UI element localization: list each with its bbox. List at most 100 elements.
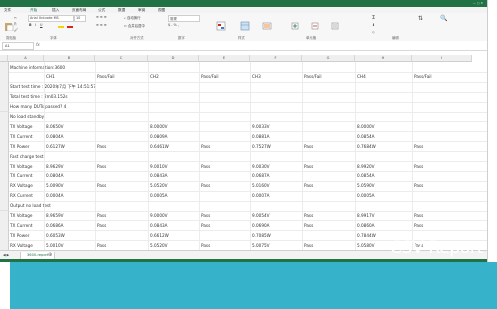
table-cell[interactable]: 0.0843A <box>150 223 198 228</box>
table-cell[interactable]: 5.0160V <box>252 183 301 188</box>
font-color-icon[interactable] <box>67 26 73 28</box>
format-as-table-icon[interactable] <box>240 16 250 31</box>
table-cell[interactable]: 9.0033V <box>252 124 301 129</box>
table-cell[interactable]: 0.0854A <box>357 134 411 139</box>
table-cell[interactable]: TX Current <box>10 223 43 228</box>
copy-icon[interactable]: ⎘ <box>14 22 17 26</box>
table-cell[interactable]: 0.0686A <box>46 223 94 228</box>
align-top-icon[interactable]: ≡ ≡ ≡ <box>96 15 107 19</box>
table-cell[interactable]: Pass <box>201 223 249 228</box>
table-cell[interactable]: 9.0000V <box>150 213 198 218</box>
conditional-format-icon[interactable] <box>216 16 226 31</box>
table-cell[interactable]: CH4 <box>357 74 411 79</box>
column-header[interactable]: B <box>44 55 95 62</box>
table-cell[interactable]: 8.0000V <box>150 124 198 129</box>
table-cell[interactable]: Pass <box>97 243 147 248</box>
table-cell[interactable]: TX Voltage <box>10 124 43 129</box>
add-sheet-icon[interactable]: ⊕ <box>48 252 52 258</box>
table-cell[interactable]: Pass <box>304 243 354 248</box>
table-cell[interactable]: TX Power <box>10 233 43 238</box>
select-all-corner[interactable] <box>0 55 8 62</box>
table-cell[interactable]: TX Voltage <box>10 213 43 218</box>
table-cell[interactable]: TX Power <box>10 144 43 149</box>
table-cell[interactable]: 0.0854A <box>357 173 411 178</box>
table-cell[interactable]: 0.0809A <box>150 134 198 139</box>
table-cell[interactable]: Pass/Fail <box>414 74 471 79</box>
insert-cells-icon[interactable] <box>290 16 300 30</box>
table-cell[interactable]: No load standby <box>10 114 190 119</box>
table-cell[interactable]: Pass <box>97 144 147 149</box>
cut-icon[interactable]: ✂ <box>14 16 17 20</box>
table-cell[interactable]: Pass <box>201 144 249 149</box>
format-painter-icon[interactable]: 🖌 <box>14 28 18 32</box>
table-cell[interactable]: Pass <box>304 223 354 228</box>
merge-center-button[interactable]: ⇔ 合并后居中 <box>124 23 145 28</box>
table-cell[interactable]: TX Current <box>10 173 43 178</box>
column-header[interactable]: H <box>355 55 412 62</box>
table-cell[interactable]: 0.7527W <box>252 144 301 149</box>
table-cell[interactable]: CH1 <box>46 74 94 79</box>
table-cell[interactable]: Pass <box>304 144 354 149</box>
table-cell[interactable]: TX Current <box>10 134 43 139</box>
table-cell[interactable]: Pass <box>201 213 249 218</box>
table-cell[interactable]: 0.0007A <box>252 193 301 198</box>
currency-icon[interactable]: $ - % , <box>168 23 179 27</box>
column-header[interactable]: D <box>148 55 199 62</box>
column-header[interactable]: G <box>302 55 355 62</box>
bold-button[interactable]: B <box>29 23 32 27</box>
table-cell[interactable]: 0.6461W <box>150 144 198 149</box>
column-header[interactable]: I <box>412 55 472 62</box>
column-header[interactable]: E <box>199 55 250 62</box>
align-left-icon[interactable]: ≡ ≡ ≡ <box>96 23 107 27</box>
italic-button[interactable]: I <box>35 23 36 27</box>
table-cell[interactable]: Pass <box>414 223 471 228</box>
column-header[interactable]: A <box>8 55 44 62</box>
table-cell[interactable]: Pass/Fail <box>201 74 249 79</box>
table-cell[interactable]: 8.9629V <box>46 164 94 169</box>
table-cell[interactable]: RX Current <box>10 193 43 198</box>
table-cell[interactable]: Pass <box>97 213 147 218</box>
paste-icon[interactable] <box>4 16 14 32</box>
table-cell[interactable]: Fast charge test <box>10 154 190 159</box>
table-cell[interactable]: 5.0520V <box>150 183 198 188</box>
column-header[interactable]: F <box>250 55 302 62</box>
table-cell[interactable]: 0.0860A <box>357 223 411 228</box>
sort-filter-icon[interactable]: ⇅ <box>418 15 423 22</box>
table-cell[interactable]: Pass <box>304 183 354 188</box>
table-cell[interactable]: CH3 <box>252 74 301 79</box>
table-cell[interactable]: 9.0030V <box>252 164 301 169</box>
table-cell[interactable]: 0.6053W <box>46 233 94 238</box>
format-cells-icon[interactable] <box>330 16 340 30</box>
name-box[interactable]: A1 <box>2 42 34 50</box>
table-cell[interactable]: Pass <box>201 164 249 169</box>
table-cell[interactable]: 8.0650V <box>46 124 94 129</box>
table-cell[interactable]: 0.7085W <box>252 233 301 238</box>
sheet-nav-icon[interactable]: ◀ ▶ <box>3 253 9 257</box>
table-cell[interactable]: Pass <box>97 223 147 228</box>
table-cell[interactable]: 0.0005A <box>357 193 411 198</box>
font-name-select[interactable]: Arial Unicode MS <box>28 15 74 22</box>
table-cell[interactable]: Pass <box>97 164 147 169</box>
table-cell[interactable]: Start test time : 2020年7月 下午 14:51:57 <box>10 84 190 90</box>
table-cell[interactable]: 0.0804A <box>46 173 94 178</box>
table-cell[interactable]: RX Voltage <box>10 243 43 248</box>
table-cell[interactable]: 0.0804A <box>46 134 94 139</box>
table-cell[interactable]: 0.0881A <box>252 134 301 139</box>
table-cell[interactable]: Pass <box>414 144 471 149</box>
table-cell[interactable]: Output no load test <box>10 203 190 208</box>
fill-color-icon[interactable] <box>58 26 64 28</box>
underline-button[interactable]: U <box>40 23 42 27</box>
table-cell[interactable]: Pass <box>304 213 354 218</box>
table-cell[interactable]: 0.6127W <box>46 144 94 149</box>
table-cell[interactable]: Pass <box>414 183 471 188</box>
table-cell[interactable]: 9.0010V <box>150 164 198 169</box>
table-cell[interactable]: 5.0520V <box>150 243 198 248</box>
table-cell[interactable]: Pass <box>201 243 249 248</box>
table-cell[interactable]: How many DUTs passed? 4 <box>10 104 190 109</box>
table-cell[interactable]: Pass <box>414 164 471 169</box>
window-controls[interactable]: — ▢ ✕ <box>473 0 483 7</box>
fill-icon[interactable]: ⬇ <box>372 23 375 27</box>
table-cell[interactable]: Pass <box>304 164 354 169</box>
table-cell[interactable]: Pass/Fail <box>97 74 147 79</box>
table-cell[interactable]: 0.0687A <box>252 173 301 178</box>
